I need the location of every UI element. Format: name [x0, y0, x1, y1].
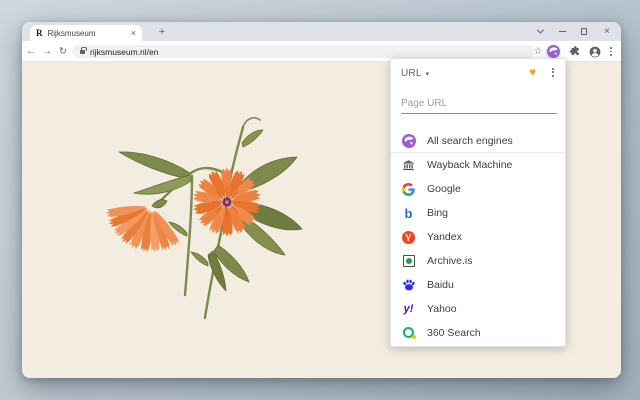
engine-item-360-search[interactable]: 360 Search [391, 321, 565, 345]
extensions-puzzle-icon[interactable] [568, 41, 582, 62]
engine-item-wayback-machine[interactable]: Wayback Machine [391, 153, 565, 177]
yahoo-icon: y! [401, 302, 416, 317]
chrome-menu-kebab-icon[interactable] [607, 41, 615, 62]
360-search-icon [401, 326, 416, 341]
yandex-icon [401, 230, 416, 245]
page-url-field-wrap [401, 93, 557, 113]
url-text: rijksmuseum.nl/en [90, 47, 159, 57]
tab-close-icon[interactable]: × [131, 29, 136, 38]
baidu-icon [401, 278, 416, 293]
engine-item-all-search-engines[interactable]: All search engines [391, 129, 565, 153]
window-maximize-button[interactable] [579, 22, 589, 41]
all-search-engines-icon [401, 133, 416, 148]
engine-item-archive-is[interactable]: Archive.is [391, 249, 565, 273]
browser-window: R Rijksmuseum × + × ← → ↻ rijksmuseum.nl… [22, 22, 621, 378]
window-close-button[interactable]: × [602, 22, 612, 41]
profile-avatar-icon[interactable] [588, 41, 602, 62]
wayback-machine-icon [401, 158, 416, 173]
search-type-selector[interactable]: URL ▾ [401, 68, 429, 79]
engine-item-google[interactable]: Google [391, 177, 565, 201]
archive-is-icon [401, 254, 416, 269]
back-button[interactable]: ← [24, 41, 38, 62]
botanical-flower-artwork [92, 105, 317, 355]
search-engine-list: All search engines Wayback Machine Googl… [391, 129, 565, 345]
forward-button[interactable]: → [40, 41, 54, 62]
window-minimize-button[interactable] [557, 22, 567, 41]
lock-icon [80, 50, 85, 54]
tab-title: Rijksmuseum [48, 29, 131, 38]
web-archives-popup: URL ▾ ♥ All search engines Wayback Machi… [390, 58, 566, 347]
tab-strip: R Rijksmuseum × + × [22, 22, 621, 41]
search-type-label: URL [401, 68, 422, 79]
engine-item-yahoo[interactable]: y! Yahoo [391, 297, 565, 321]
reload-button[interactable]: ↻ [56, 41, 70, 62]
page-url-input[interactable] [401, 94, 557, 114]
window-menu-chevron-icon[interactable] [535, 22, 545, 41]
engine-item-yandex[interactable]: Yandex [391, 225, 565, 249]
tab-favicon: R [36, 28, 43, 38]
address-bar[interactable]: rijksmuseum.nl/en [72, 45, 534, 58]
favorites-heart-icon[interactable]: ♥ [529, 65, 536, 79]
bing-icon: b [401, 206, 416, 221]
chevron-down-icon: ▾ [426, 70, 430, 78]
google-icon [401, 182, 416, 197]
engine-item-bing[interactable]: b Bing [391, 201, 565, 225]
popup-header: URL ▾ ♥ [391, 59, 565, 89]
new-tab-button[interactable]: + [156, 26, 168, 38]
engine-item-baidu[interactable]: Baidu [391, 273, 565, 297]
tab-rijksmuseum[interactable]: R Rijksmuseum × [30, 25, 142, 41]
popup-menu-kebab-icon[interactable] [552, 68, 554, 77]
